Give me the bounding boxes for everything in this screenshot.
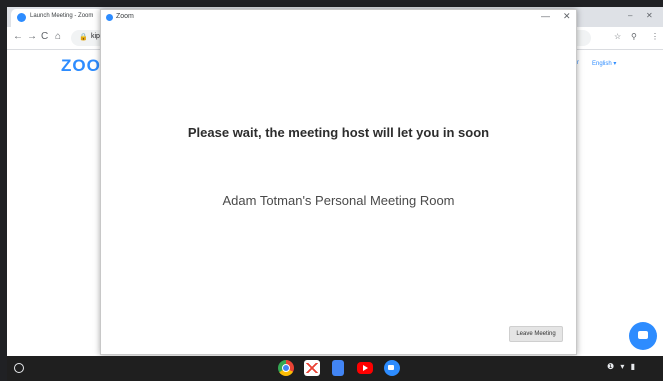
reload-icon[interactable]: C <box>41 31 48 43</box>
chromeos-shelf: ❶ ▾ ▮ <box>7 356 663 381</box>
launcher-icon[interactable] <box>14 363 24 373</box>
forward-arrow-icon[interactable]: → <box>27 31 37 43</box>
docs-icon[interactable] <box>332 360 344 376</box>
chat-help-button[interactable] <box>629 322 657 350</box>
extension-icon[interactable]: ⚲ <box>631 32 637 42</box>
gmail-icon[interactable] <box>304 360 320 376</box>
lock-icon: 🔒 <box>79 34 88 41</box>
youtube-icon[interactable] <box>357 362 373 374</box>
dialog-close-icon[interactable]: ✕ <box>563 11 571 22</box>
leave-meeting-button[interactable]: Leave Meeting <box>509 326 563 342</box>
tab-title: Launch Meeting - Zoom <box>30 13 94 19</box>
zoom-waiting-dialog: Zoom — ✕ Please wait, the meeting host w… <box>100 9 577 355</box>
status-tray[interactable]: ❶ ▾ ▮ <box>607 362 637 371</box>
dialog-titlebar: Zoom — ✕ <box>101 10 576 26</box>
window-minimize-icon[interactable]: – <box>628 11 632 21</box>
menu-kebab-icon[interactable]: ⋮ <box>651 32 659 42</box>
url-text: kip <box>91 33 100 40</box>
chrome-icon[interactable] <box>278 360 294 376</box>
tab-launch-meeting[interactable]: Launch Meeting - Zoom <box>11 9 103 27</box>
home-icon[interactable]: ⌂ <box>55 31 61 43</box>
waiting-message: Please wait, the meeting host will let y… <box>187 125 490 140</box>
language-selector[interactable]: English ▾ <box>592 60 616 67</box>
zoom-favicon-icon <box>17 13 26 22</box>
back-arrow-icon[interactable]: ← <box>13 31 23 43</box>
window-close-icon[interactable]: ✕ <box>646 11 653 21</box>
zoom-icon[interactable] <box>384 360 400 376</box>
meeting-room-name: Adam Totman's Personal Meeting Room <box>222 193 455 208</box>
zoom-app-icon <box>106 14 113 21</box>
page-link-fragment[interactable]: r <box>577 60 579 66</box>
dialog-minimize-icon[interactable]: — <box>541 11 550 21</box>
chat-bubble-icon <box>638 331 648 339</box>
dialog-title: Zoom <box>116 13 134 20</box>
bookmark-star-icon[interactable]: ☆ <box>614 32 621 42</box>
